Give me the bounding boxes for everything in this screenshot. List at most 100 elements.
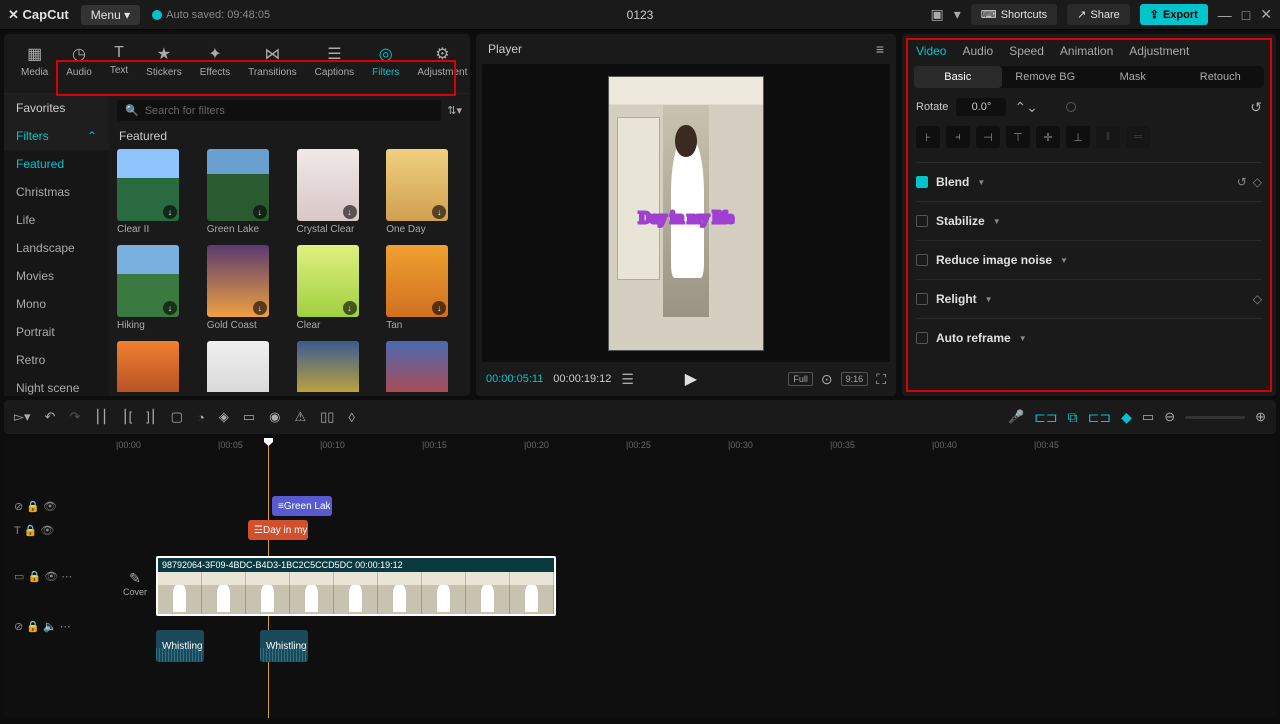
align-center-v-icon[interactable]: ✛ (1036, 126, 1060, 148)
filter-thumb[interactable]: ↓Clear II (117, 149, 193, 235)
filter-thumb[interactable]: ↓ (297, 341, 373, 392)
filter-thumb[interactable]: ↓Gold Coast (207, 245, 283, 331)
inspector-tab-speed[interactable]: Speed (1009, 44, 1044, 58)
expand-icon[interactable]: ⛶ (876, 371, 886, 388)
minimize-icon[interactable]: — (1218, 7, 1232, 23)
zoom-slider[interactable] (1185, 416, 1245, 419)
zoom-out-icon[interactable]: ⊖ (1164, 409, 1175, 425)
section-stabilize[interactable]: Stabilize▼ (916, 201, 1262, 240)
filter-thumb[interactable]: ↓ (386, 341, 462, 392)
select-tool-icon[interactable]: ▻▾ (14, 409, 31, 425)
sort-icon[interactable]: ⇅▾ (447, 104, 462, 117)
align-left-icon[interactable]: ⊦ (916, 126, 940, 148)
split-icon[interactable]: ⎮⎮ (94, 409, 108, 425)
filter-thumb[interactable]: ↓ (117, 341, 193, 392)
cover-button[interactable]: ✎Cover (120, 570, 150, 597)
mic-icon[interactable]: 🎤 (1008, 409, 1024, 425)
tool-tab-media[interactable]: ▦Media (12, 38, 57, 93)
layout-icon[interactable]: ▣ (931, 6, 944, 23)
align-bottom-icon[interactable]: ⊥ (1066, 126, 1090, 148)
category-landscape[interactable]: Landscape (4, 234, 109, 262)
track-controls-video[interactable]: ▭ 🔒 👁 ⋯ (4, 564, 116, 588)
zoom-in-icon[interactable]: ⊕ (1255, 409, 1266, 425)
filter-thumb[interactable]: ↓Hiking (117, 245, 193, 331)
search-input[interactable]: 🔍 Search for filters (117, 100, 441, 121)
shortcuts-button[interactable]: ⌨ Shortcuts (971, 4, 1057, 25)
download-icon[interactable]: ↓ (343, 301, 357, 315)
tool-tab-text[interactable]: TText (101, 38, 137, 93)
full-button[interactable]: Full (788, 372, 813, 386)
snap-icon[interactable]: ⊏⊐ (1088, 409, 1111, 426)
time-ruler[interactable]: |00:00|00:05|00:10|00:15|00:20|00:25|00:… (116, 438, 1276, 456)
filter-thumb[interactable]: ↓ (207, 341, 283, 392)
audio-clip-2[interactable]: Whistling (260, 630, 308, 662)
filter-clip[interactable]: ≡ Green Lak (272, 496, 332, 516)
track-controls-audio[interactable]: ⊘ 🔒 🔈 ⋯ (4, 614, 116, 638)
audio-clip-1[interactable]: Whistling (156, 630, 204, 662)
tool-tab-audio[interactable]: ◷Audio (57, 38, 101, 93)
checkbox[interactable] (916, 176, 928, 188)
video-clip[interactable]: 98792064-3F09-4BDC-B4D3-1BC2C5CCD5DC 00:… (156, 556, 556, 616)
reset-icon[interactable]: ↺ (1250, 99, 1262, 116)
inspector-subtab-remove-bg[interactable]: Remove BG (1002, 66, 1090, 88)
player-menu-icon[interactable]: ≡ (876, 41, 884, 57)
list-icon[interactable]: ☰ (621, 371, 634, 388)
download-icon[interactable]: ↓ (163, 301, 177, 315)
crop-icon[interactable]: ▢ (171, 409, 183, 425)
record-icon[interactable]: ◉ (269, 409, 280, 425)
undo-icon[interactable]: ↶ (45, 409, 56, 425)
inspector-tab-adjustment[interactable]: Adjustment (1129, 44, 1189, 58)
tool-tab-adjustment[interactable]: ⚙Adjustment (408, 38, 476, 93)
filter-thumb[interactable]: ↓Crystal Clear (297, 149, 373, 235)
preview-icon[interactable]: ◆ (1121, 409, 1132, 426)
align-right-icon[interactable]: ⊣ (976, 126, 1000, 148)
category-featured[interactable]: Featured (4, 150, 109, 178)
maximize-icon[interactable]: □ (1242, 7, 1250, 23)
split-right-icon[interactable]: ]⎮ (146, 409, 156, 425)
rotate-input[interactable] (956, 98, 1006, 116)
player-stage[interactable]: Day in my life (482, 64, 890, 362)
download-icon[interactable]: ↓ (253, 205, 267, 219)
keyframe-icon[interactable]: ◇ (1253, 292, 1262, 306)
track-icon[interactable]: ▭ (1142, 409, 1154, 425)
freeze-icon[interactable]: ◊ (348, 410, 354, 425)
mirror-icon[interactable]: ▯▯ (320, 409, 334, 425)
checkbox[interactable] (916, 293, 928, 305)
filter-thumb[interactable]: ↓Green Lake (207, 149, 283, 235)
category-night-scene[interactable]: Night scene (4, 374, 109, 396)
align-top-icon[interactable]: ⊤ (1006, 126, 1030, 148)
filters-header[interactable]: Filters⌃ (4, 122, 109, 150)
reset-icon[interactable]: ↺ (1237, 175, 1247, 189)
warning-icon[interactable]: ⚠ (294, 409, 306, 425)
favorites-header[interactable]: Favorites (4, 94, 109, 122)
inspector-tab-audio[interactable]: Audio (962, 44, 993, 58)
filter-thumb[interactable]: ↓One Day (386, 149, 462, 235)
magnet-icon[interactable]: ⊏⊐ (1034, 409, 1057, 426)
category-movies[interactable]: Movies (4, 262, 109, 290)
inspector-subtab-retouch[interactable]: Retouch (1177, 66, 1265, 88)
section-blend[interactable]: Blend▼↺◇ (916, 162, 1262, 201)
safe-zone-icon[interactable]: ⊙ (821, 371, 833, 388)
marker-icon[interactable]: ◈ (219, 409, 229, 425)
inspector-tab-video[interactable]: Video (916, 44, 946, 58)
align-center-h-icon[interactable]: ⫞ (946, 126, 970, 148)
tool-tab-filters[interactable]: ◎Filters (363, 38, 408, 93)
close-icon[interactable]: ✕ (1260, 6, 1272, 23)
stepper-icon[interactable]: ⌃⌄ (1014, 99, 1037, 116)
menu-button[interactable]: Menu ▾ (81, 5, 140, 25)
section-reduce-image-noise[interactable]: Reduce image noise▼ (916, 240, 1262, 279)
download-icon[interactable]: ↓ (432, 205, 446, 219)
ratio-button[interactable]: 9:16 (841, 372, 869, 386)
split-left-icon[interactable]: ⎮[ (122, 409, 132, 425)
speed-icon[interactable]: ◔ (197, 410, 205, 425)
section-auto-reframe[interactable]: Auto reframe▼ (916, 318, 1262, 357)
project-name[interactable]: 0123 (627, 8, 654, 22)
checkbox[interactable] (916, 332, 928, 344)
filter-thumb[interactable]: ↓Tan (386, 245, 462, 331)
track-controls-2[interactable]: T 🔒 👁 (4, 518, 116, 542)
redo-icon[interactable]: ↷ (69, 409, 80, 425)
link-icon[interactable]: ⧉ (1068, 409, 1078, 426)
download-icon[interactable]: ↓ (432, 301, 446, 315)
tool-tab-stickers[interactable]: ★Stickers (137, 38, 191, 93)
keyframe-icon[interactable]: ◇ (1253, 175, 1262, 189)
